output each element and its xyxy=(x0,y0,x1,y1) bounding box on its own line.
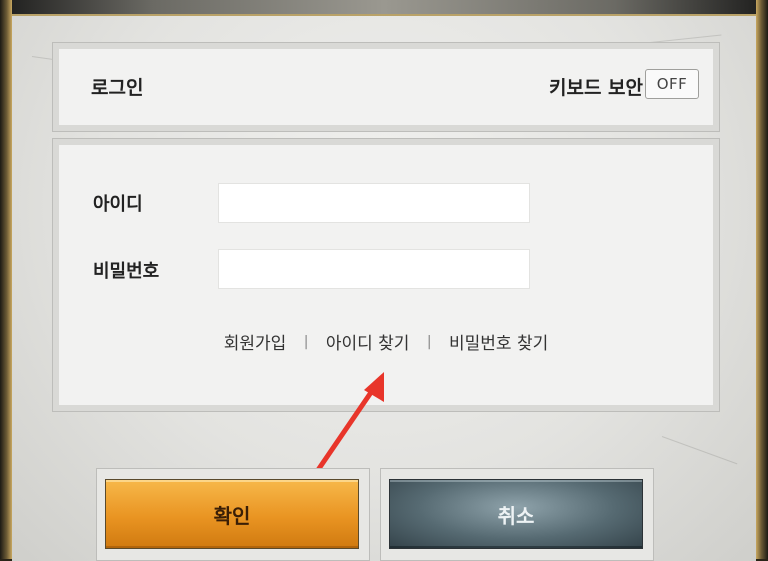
cancel-button-slot: 취소 xyxy=(380,468,654,561)
red-arrow-icon xyxy=(315,372,384,473)
confirm-button[interactable]: 확인 xyxy=(105,479,359,549)
id-label: 아이디 xyxy=(93,194,143,215)
cancel-button[interactable]: 취소 xyxy=(389,479,643,549)
signup-link[interactable]: 회원가입 xyxy=(224,329,287,354)
find-password-link[interactable]: 비밀번호 찾기 xyxy=(449,329,548,354)
keyboard-security-toggle[interactable]: OFF xyxy=(645,69,699,99)
frame-left-border xyxy=(0,0,12,559)
frame-right-border xyxy=(756,0,768,559)
password-input[interactable] xyxy=(218,249,530,289)
keyboard-security-label: 키보드 보안 xyxy=(548,77,643,99)
link-separator: | xyxy=(426,333,432,350)
account-links: 회원가입 | 아이디 찾기 | 비밀번호 찾기 xyxy=(53,329,719,355)
marble-texture xyxy=(661,436,738,465)
confirm-button-slot: 확인 xyxy=(96,468,370,561)
link-separator: | xyxy=(303,333,309,350)
password-label: 비밀번호 xyxy=(93,261,160,282)
page-title: 로그인 xyxy=(91,77,144,99)
id-input[interactable] xyxy=(218,183,530,223)
login-dialog: 로그인 키보드 보안 OFF 아이디 비밀번호 회원가입 | 아이디 찾기 | … xyxy=(12,14,756,561)
login-header: 로그인 키보드 보안 OFF xyxy=(52,42,720,132)
find-id-link[interactable]: 아이디 찾기 xyxy=(326,329,410,354)
